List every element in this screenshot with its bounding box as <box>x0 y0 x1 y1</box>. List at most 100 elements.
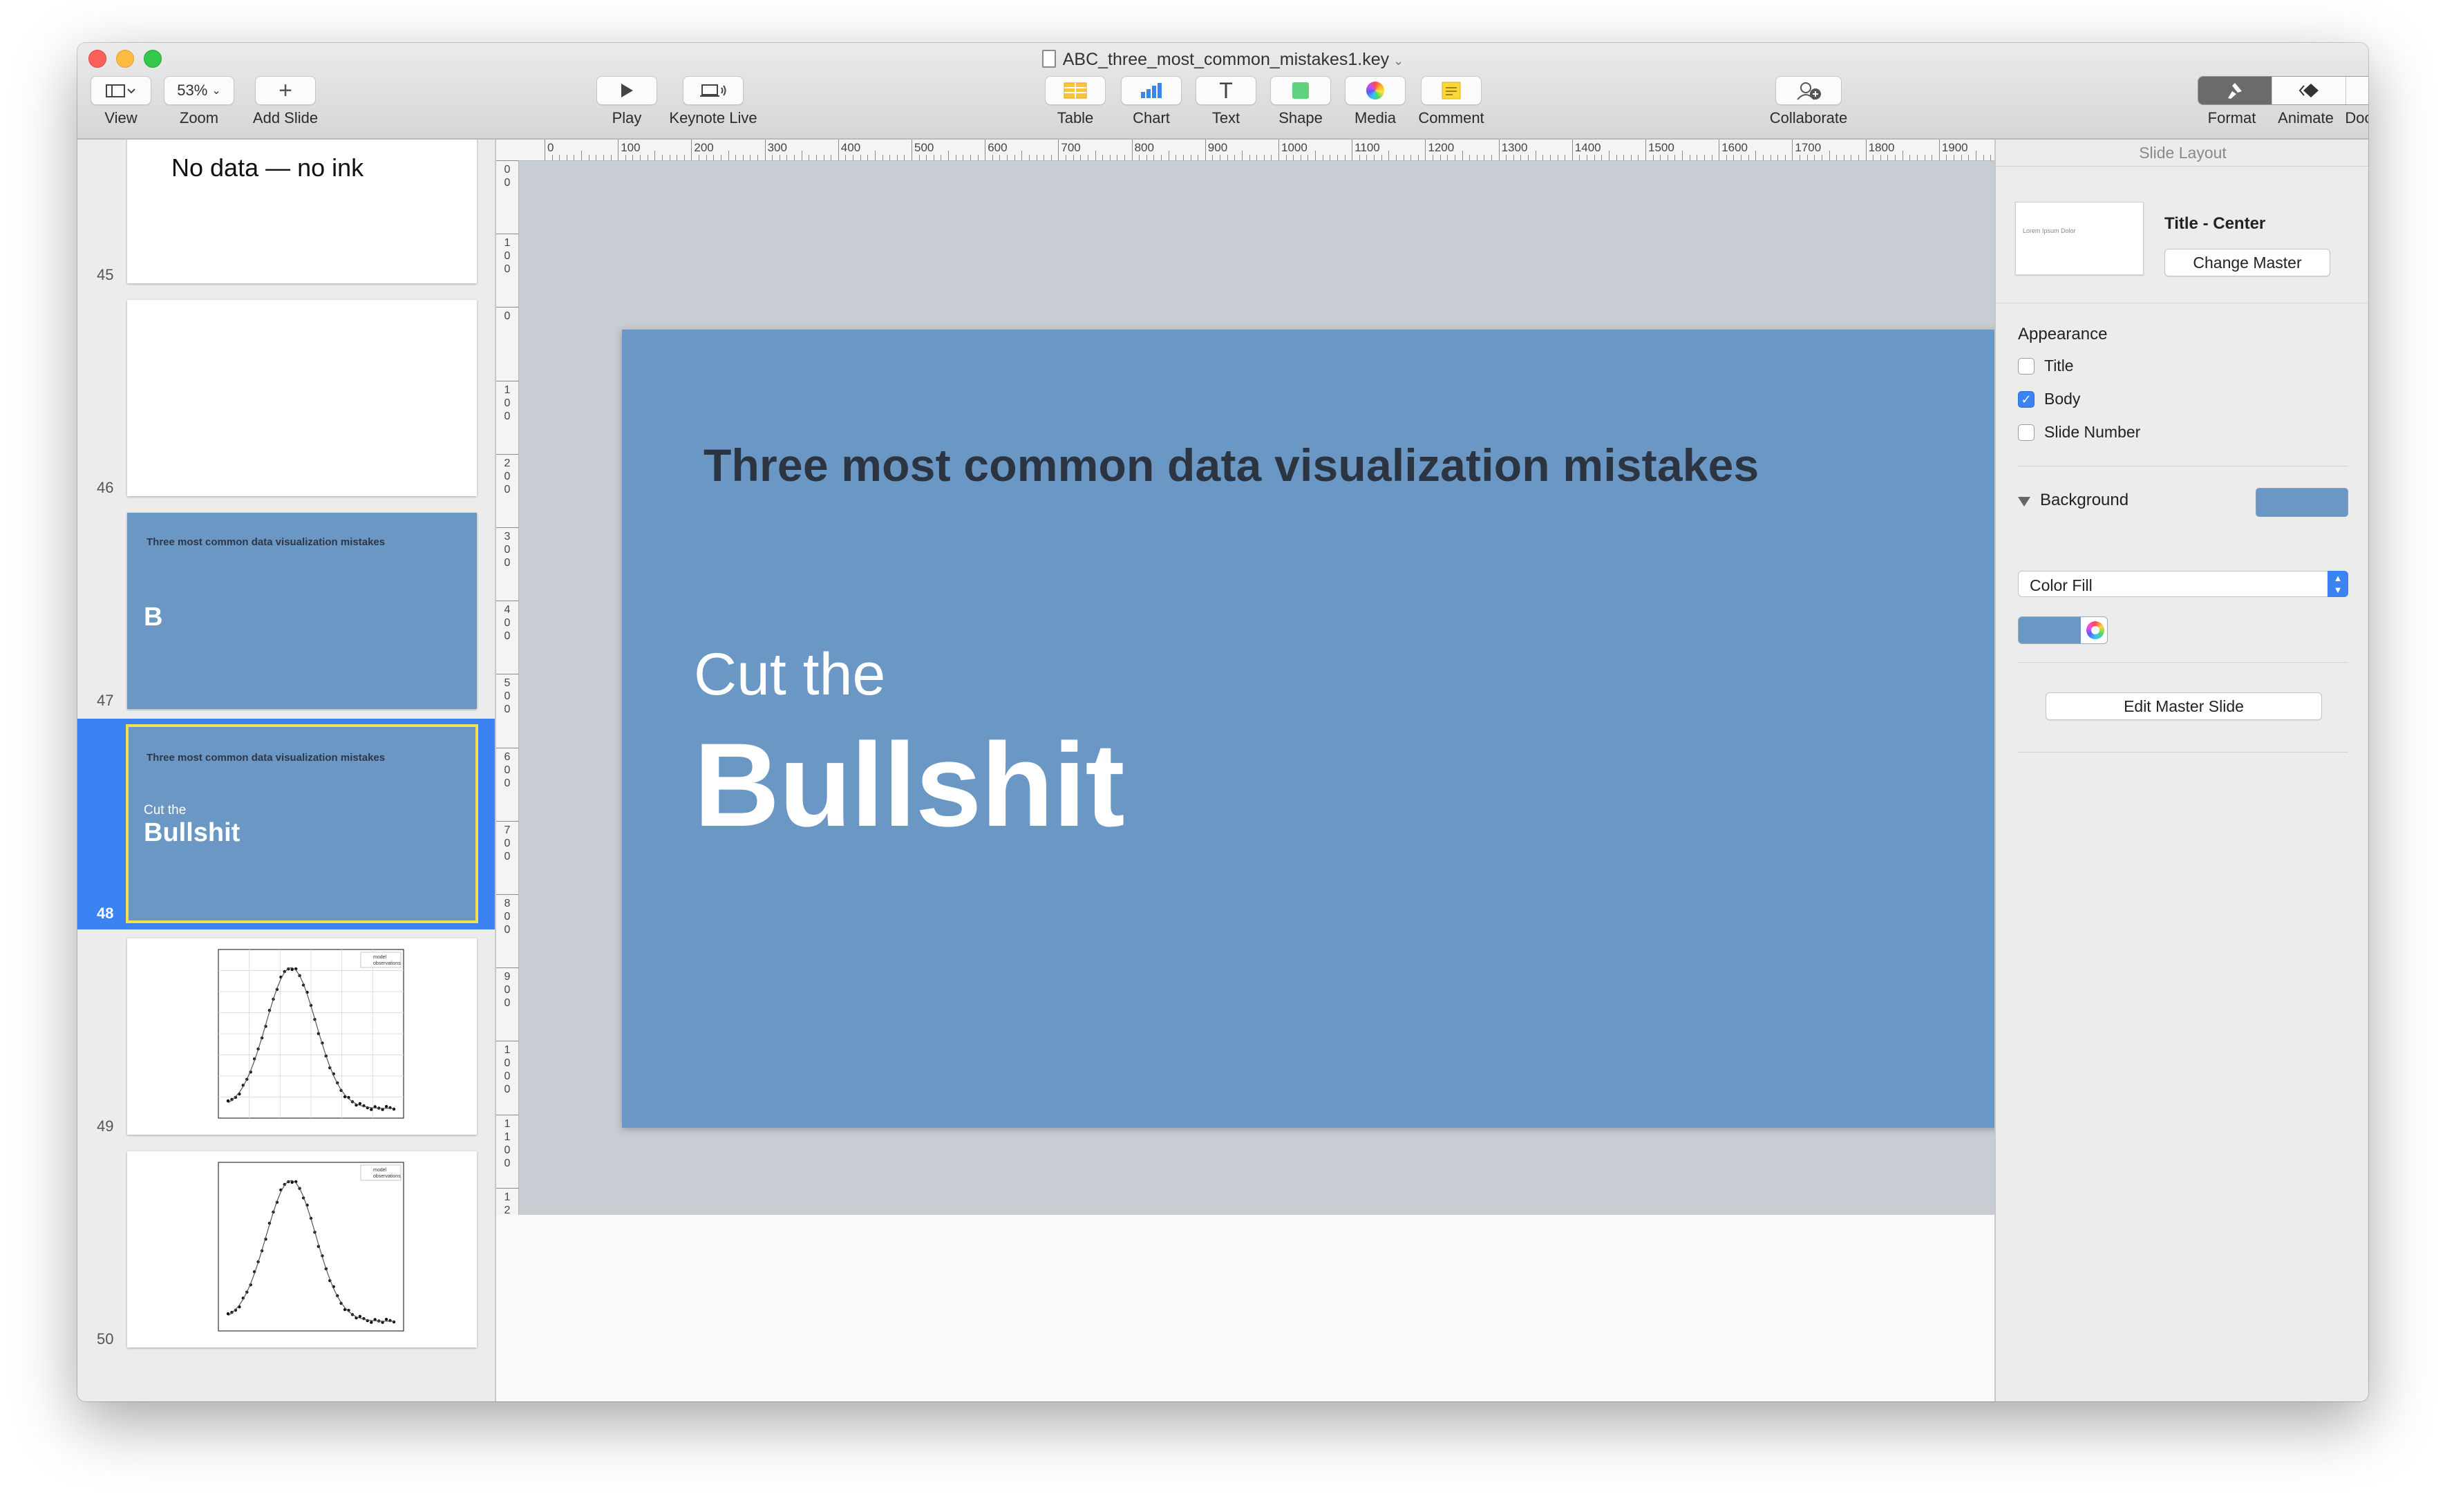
color-well-fill[interactable] <box>2019 617 2081 643</box>
play-tool[interactable]: Play <box>596 76 658 127</box>
collaborate-button[interactable] <box>1775 76 1842 105</box>
animate-label: Animate <box>2278 109 2334 126</box>
ruler-tick <box>1865 140 1867 160</box>
ruler-minor-tick <box>1542 155 1544 160</box>
horizontal-ruler[interactable]: 0 100 200 300 400 500 600 700 800 900 1000 1100 1200… <box>520 140 1994 161</box>
zoom-popup[interactable]: 53% ⌄ <box>164 76 234 105</box>
current-slide[interactable]: Three most common data visualization mis… <box>622 330 2041 1128</box>
slide-body-small[interactable]: Cut the <box>694 641 885 709</box>
slide-thumbnail-49[interactable]: model observations 49 <box>77 932 495 1142</box>
observation-point <box>392 1107 396 1111</box>
slide-preview[interactable]: No data — no ink <box>127 140 477 283</box>
ruler-minor-tick <box>654 151 656 160</box>
ruler-minor-tick <box>1293 155 1294 160</box>
color-well[interactable] <box>2018 616 2108 644</box>
animate-tab[interactable] <box>2272 77 2346 104</box>
slide-navigator[interactable]: No data — no ink 45 46 Three most common… <box>77 140 496 1401</box>
master-thumbnail[interactable]: Lorem Ipsum Dolor <box>2015 202 2144 275</box>
view-icon <box>106 84 135 97</box>
inspector-header: Slide Layout <box>1996 140 2368 167</box>
add-slide-button[interactable]: + <box>255 76 316 105</box>
title-checkbox-label[interactable]: Title <box>2044 357 2074 375</box>
slide-preview[interactable]: Three most common data visualization mis… <box>127 513 477 709</box>
slide-preview[interactable]: Three most common data visualization mis… <box>126 724 478 923</box>
slide-thumbnail-46[interactable]: 46 <box>77 293 495 504</box>
ruler-label: 1500 <box>1648 141 1674 154</box>
ruler-tick <box>1645 140 1646 160</box>
media-button[interactable] <box>1345 76 1406 105</box>
slide-thumbnail-47[interactable]: Three most common data visualization mis… <box>77 506 495 717</box>
slide-thumbnail-48[interactable]: Three most common data visualization mis… <box>77 719 495 929</box>
slide-body-big[interactable]: Bullshit <box>694 717 1125 853</box>
text-tool[interactable]: T Text <box>1193 76 1259 127</box>
slide-preview[interactable]: model observations <box>127 938 477 1135</box>
chart-button[interactable] <box>1121 76 1182 105</box>
ruler-minor-tick <box>1748 155 1749 160</box>
ruler-minor-tick <box>772 155 773 160</box>
ruler-minor-tick <box>1359 155 1360 160</box>
ruler-minor-tick <box>1630 155 1632 160</box>
disclosure-triangle-icon[interactable] <box>2018 497 2030 507</box>
ruler-minor-tick <box>1271 155 1272 160</box>
color-wheel-icon[interactable] <box>2086 621 2104 639</box>
ruler-label: 1700 <box>1795 141 1822 154</box>
inspector-segmented-control[interactable] <box>2198 76 2368 105</box>
shape-button[interactable] <box>1270 76 1331 105</box>
background-color-swatch[interactable] <box>2256 488 2348 517</box>
ruler-minor-tick <box>1337 155 1338 160</box>
view-label: View <box>104 109 138 126</box>
slide-number-checkbox-label[interactable]: Slide Number <box>2044 423 2140 442</box>
table-button[interactable] <box>1045 76 1106 105</box>
ruler-minor-tick <box>1506 155 1507 160</box>
collaborate-tool[interactable]: Collaborate <box>1757 76 1860 127</box>
document-title[interactable]: ABC_three_most_common_mistakes1.key ⌄ <box>77 47 2368 73</box>
comment-tool[interactable]: Comment <box>1415 76 1487 127</box>
zoom-tool[interactable]: 53% ⌄ Zoom <box>163 76 235 127</box>
keynote-live-button[interactable] <box>683 76 744 105</box>
play-button[interactable] <box>596 76 657 105</box>
chart-tool[interactable]: Chart <box>1118 76 1184 127</box>
view-button[interactable] <box>91 76 151 105</box>
slide-canvas-area[interactable]: 0 100 200 300 400 500 600 700 800 900 1000 1100 1200… <box>496 140 2041 1401</box>
slide-preview[interactable] <box>127 300 477 496</box>
comment-button[interactable] <box>1421 76 1482 105</box>
change-master-button[interactable]: Change Master <box>2164 249 2330 276</box>
ruler-minor-tick <box>1007 155 1008 160</box>
observation-point <box>370 1321 373 1324</box>
document-tab[interactable] <box>2346 77 2368 104</box>
table-tool[interactable]: Table <box>1042 76 1108 127</box>
vertical-ruler[interactable]: 0010001002003004005006007008009001000110… <box>496 160 519 1215</box>
shape-tool[interactable]: Shape <box>1267 76 1334 127</box>
format-tab[interactable] <box>2198 77 2272 104</box>
fill-type-popup[interactable]: Color Fill ▲ ▼ <box>2018 571 2348 597</box>
ruler-minor-tick <box>1462 151 1463 160</box>
slide-thumbnail-45[interactable]: No data — no ink 45 <box>77 140 495 291</box>
body-checkbox[interactable]: ✓ <box>2018 391 2035 408</box>
view-tool[interactable]: View <box>90 76 152 127</box>
edit-master-slide-button[interactable]: Edit Master Slide <box>2046 692 2322 720</box>
title-checkbox[interactable] <box>2018 358 2035 375</box>
add-slide-tool[interactable]: + Add Slide <box>247 76 323 127</box>
slide-thumbnail-50[interactable]: model observations 50 <box>77 1144 495 1355</box>
ruler-minor-tick <box>999 155 1001 160</box>
ruler-minor-tick <box>815 155 817 160</box>
ruler-minor-tick <box>1374 155 1375 160</box>
ruler-minor-tick <box>1528 155 1529 160</box>
play-label: Play <box>612 109 642 126</box>
media-tool[interactable]: Media <box>1342 76 1408 127</box>
slide-title[interactable]: Three most common data visualization mis… <box>704 439 1759 491</box>
slide-preview[interactable]: model observations <box>127 1151 477 1348</box>
format-inspector: Slide Layout Lorem Ipsum Dolor Title - C… <box>1994 140 2368 1401</box>
ruler-tick <box>1792 140 1793 160</box>
ruler-minor-tick <box>1549 155 1551 160</box>
keynote-live-tool[interactable]: Keynote Live <box>665 76 762 127</box>
toolbar: ABC_three_most_common_mistakes1.key ⌄ Vie… <box>77 43 2368 140</box>
slide-number: 47 <box>97 692 114 709</box>
slide-number: 45 <box>97 266 114 283</box>
slide-number-checkbox[interactable] <box>2018 424 2035 441</box>
body-checkbox-label[interactable]: Body <box>2044 390 2080 408</box>
text-button[interactable]: T <box>1196 76 1256 105</box>
popup-arrows-icon: ▲ ▼ <box>2328 571 2348 597</box>
ruler-tick <box>618 140 619 160</box>
ruler-minor-tick <box>1285 155 1287 160</box>
